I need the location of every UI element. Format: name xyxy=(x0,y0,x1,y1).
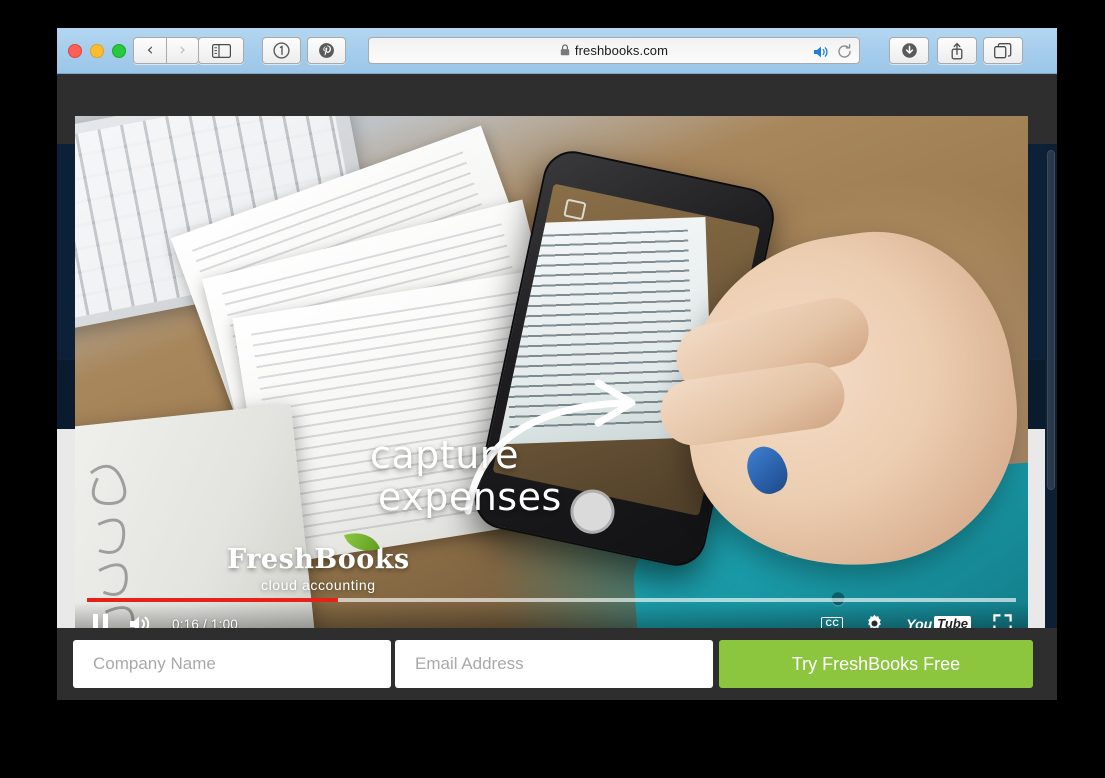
downloads-button[interactable] xyxy=(889,37,929,64)
caption-line-capture: capture xyxy=(370,433,519,477)
signup-bar: Try FreshBooks Free xyxy=(57,628,1057,700)
forward-button[interactable]: › xyxy=(166,37,199,64)
lock-icon xyxy=(560,44,570,56)
safari-browser-window: ‹ › freshbooks.com capture expenses Fres… xyxy=(57,28,1057,700)
window-traffic-lights xyxy=(68,44,126,58)
try-freshbooks-free-button[interactable]: Try FreshBooks Free xyxy=(719,640,1033,688)
video-overlay-caption: capture expenses xyxy=(370,434,562,518)
freshbooks-wordmark: FreshBooks xyxy=(227,544,410,575)
onepassword-extension-button[interactable] xyxy=(262,37,301,64)
window-zoom-button[interactable] xyxy=(112,44,126,58)
web-page-viewport: talk to a real, live person anytime. 8am… xyxy=(57,74,1057,700)
freshbooks-logo: FreshBooks cloud accounting xyxy=(227,525,410,593)
video-lightbox-modal: capture expenses FreshBooks cloud accoun… xyxy=(75,116,1028,652)
speaker-icon[interactable] xyxy=(813,45,829,59)
tab-overview-icon xyxy=(994,42,1012,58)
video-player-stage[interactable]: capture expenses FreshBooks cloud accoun… xyxy=(75,116,1028,652)
page-scrollbar[interactable] xyxy=(1045,144,1057,700)
url-hostname: freshbooks.com xyxy=(574,43,669,58)
back-button[interactable]: ‹ xyxy=(133,37,166,64)
navigation-button-group: ‹ › xyxy=(133,37,199,64)
address-bar[interactable]: freshbooks.com xyxy=(368,37,860,64)
downloads-icon xyxy=(901,43,917,58)
browser-toolbar: ‹ › freshbooks.com xyxy=(57,28,1057,74)
reload-icon[interactable] xyxy=(837,44,852,59)
1password-icon xyxy=(273,42,290,59)
sidebar-icon xyxy=(211,43,231,58)
pinterest-icon xyxy=(319,43,334,58)
email-address-input[interactable] xyxy=(395,640,713,688)
share-button[interactable] xyxy=(937,37,977,64)
pinterest-extension-button[interactable] xyxy=(307,37,346,64)
freshbooks-tagline: cloud accounting xyxy=(261,577,376,593)
address-bar-actions xyxy=(813,38,852,65)
window-close-button[interactable] xyxy=(68,44,82,58)
chevron-left-icon: ‹ xyxy=(146,40,154,60)
chevron-right-icon: › xyxy=(179,40,186,60)
company-name-input[interactable] xyxy=(73,640,391,688)
window-minimize-button[interactable] xyxy=(90,44,104,58)
page-scrollbar-thumb[interactable] xyxy=(1047,150,1055,490)
caption-line-expenses: expenses xyxy=(378,475,562,519)
sidebar-toggle-button[interactable] xyxy=(198,37,244,64)
tab-overview-button[interactable] xyxy=(983,37,1023,64)
share-icon xyxy=(951,42,963,59)
address-bar-text: freshbooks.com xyxy=(560,43,668,58)
camera-icon xyxy=(563,198,587,221)
